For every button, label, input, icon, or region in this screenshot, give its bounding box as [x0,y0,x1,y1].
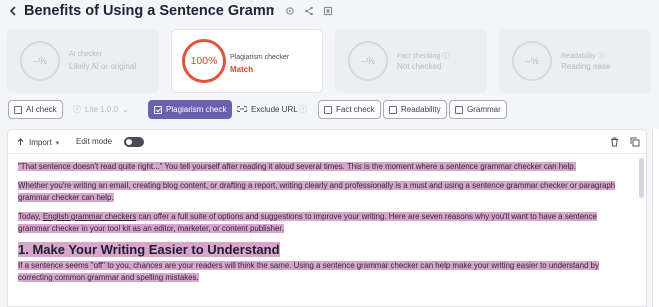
import-button[interactable]: Import ▾ [16,137,59,148]
checkbox-icon[interactable] [389,105,397,114]
link-icon [236,105,248,115]
plagiarism-check-button[interactable]: Plagiarism check [148,100,233,119]
info-icon: ⓘ [73,105,81,114]
highlighted-text: If a sentence seems "off" to you, chance… [18,261,599,282]
model-select-value: Lite 1.0.0 [85,105,118,114]
readability-button[interactable]: Readability [383,100,447,119]
checkbox-icon[interactable] [324,105,332,114]
plagiarism-score-ring: 100% [182,39,226,83]
document-body[interactable]: "That sentence doesn't read quite right.… [18,161,630,291]
ai-checker-card[interactable]: --% AI checker Likely AI or original [7,29,159,93]
card-label: Readability ⓘ [561,53,605,60]
highlighted-text: Today, [18,212,43,221]
chevron-down-icon: ⌄ [121,105,129,114]
info-icon[interactable]: ⓘ [296,100,310,119]
card-label: Fact checking ⓘ [397,53,450,60]
grammar-label: Grammar [467,105,501,114]
section-heading: 1. Make Your Writing Easier to Understan… [18,242,630,258]
share-icon[interactable] [303,5,315,17]
gear-icon[interactable] [284,5,296,17]
exclude-url-label: Exclude URL [251,105,298,114]
paragraph: "That sentence doesn't read quite right.… [18,161,630,173]
fact-checking-card[interactable]: --% Fact checking ⓘ Not checked [335,29,487,93]
fact-check-label: Fact check [336,105,375,114]
edit-mode-label: Edit mode [76,137,113,146]
import-label: Import [29,138,52,147]
paragraph: Today, English grammar checkers can offe… [18,211,630,235]
readability-label: Readability [401,105,441,114]
page-title: Benefits of Using a Sentence Grammar Che… [24,3,274,19]
paragraph: If a sentence seems "off" to you, chance… [18,260,630,284]
ai-check-button[interactable]: AI check [8,100,63,119]
card-value: Reading ease [561,62,611,71]
paragraph: Whether you're writing an email, creatin… [18,180,630,204]
editor: Import ▾ Edit mode "That sentence doesn'… [7,129,647,307]
fact-score-ring: --% [348,41,388,81]
grammar-button[interactable]: Grammar [449,100,507,119]
checkbox-icon[interactable] [14,105,22,114]
card-label: Plagiarism checker [230,54,290,61]
exclude-url-button[interactable]: Exclude URL [232,100,303,119]
model-select[interactable]: ⓘ Lite 1.0.0 ⌄ [68,100,134,119]
header: Benefits of Using a Sentence Grammar Che… [0,0,659,24]
card-label: AI checker [69,51,103,58]
copy-icon[interactable] [630,137,640,149]
highlighted-heading: 1. Make Your Writing Easier to Understan… [18,242,280,257]
side-panel-edge [652,129,659,307]
plagiarism-check-label: Plagiarism check [166,105,227,114]
copy-icon[interactable] [322,5,334,17]
edit-mode-toggle[interactable] [124,137,144,147]
fact-check-button[interactable]: Fact check [318,100,381,119]
checkbox-icon[interactable] [455,105,463,114]
card-value: Match [230,65,254,74]
import-icon [16,137,25,148]
link-text[interactable]: English grammar checkers [42,212,137,221]
trash-icon[interactable] [610,137,619,149]
chevron-left-icon[interactable] [6,4,20,18]
card-value: Likely AI or original [69,62,137,71]
scrollbar[interactable] [639,158,644,198]
readability-score-ring: --% [512,41,552,81]
card-value: Not checked [397,62,442,71]
readability-card[interactable]: --% Readability ⓘ Reading ease [499,29,651,93]
highlighted-text: "That sentence doesn't read quite right.… [18,162,576,171]
checkbox-checked-icon[interactable] [154,105,162,114]
highlighted-text: Whether you're writing an email, creatin… [18,181,616,202]
ai-check-label: AI check [26,105,57,114]
plagiarism-checker-card[interactable]: 100% Plagiarism checker Match [171,29,323,93]
caret-down-icon: ▾ [55,139,60,147]
editor-toolbar: Import ▾ Edit mode [8,130,646,154]
ai-score-ring: --% [20,41,60,81]
